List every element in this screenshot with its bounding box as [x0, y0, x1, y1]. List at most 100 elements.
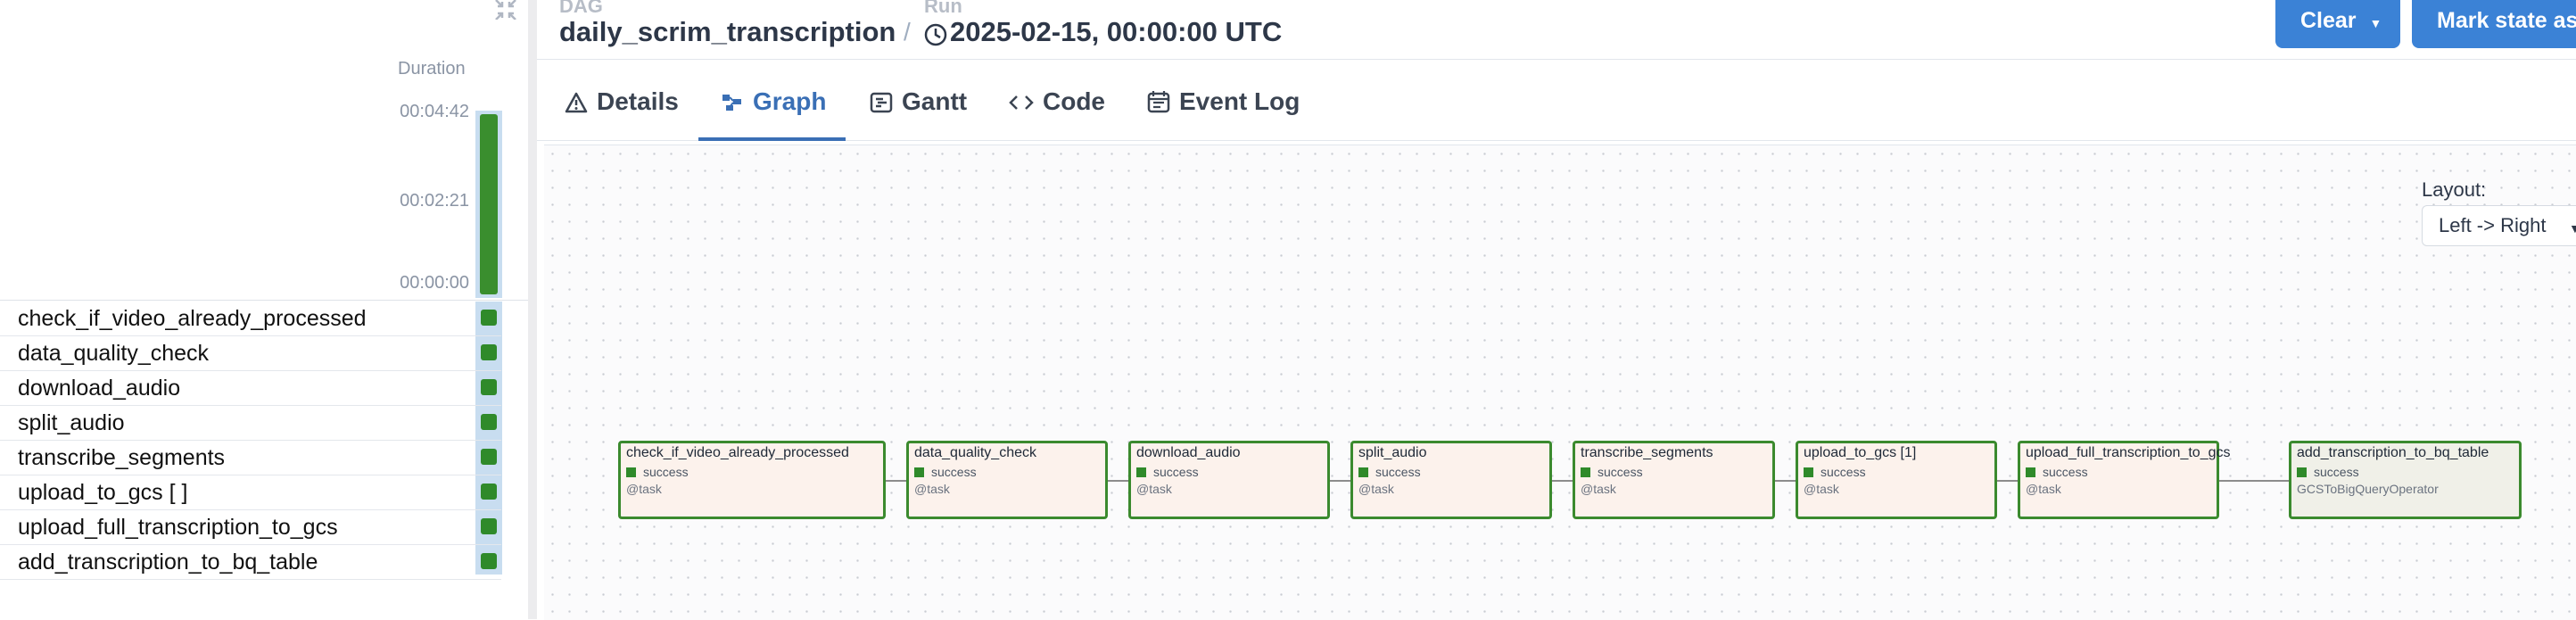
dag-breadcrumb-label: DAG [559, 0, 603, 17]
task-name[interactable]: upload_full_transcription_to_gcs [18, 515, 338, 541]
duration-title: Duration [398, 59, 466, 79]
clear-button-label: Clear [2300, 8, 2357, 33]
graph-node[interactable]: upload_full_transcription_to_gcs success… [2018, 441, 2230, 519]
graph-edge [1995, 480, 2019, 482]
gantt-icon [870, 92, 893, 113]
tab-gantt-label: Gantt [902, 87, 968, 115]
divider [0, 300, 528, 301]
task-status-square[interactable] [481, 344, 497, 360]
task-row[interactable]: add_transcription_to_bq_table [0, 545, 501, 580]
node-title: upload_full_transcription_to_gcs [2026, 445, 2231, 460]
status-square [626, 467, 636, 477]
status-square [914, 467, 924, 477]
graph-node[interactable]: upload_to_gcs [1] success @task [1796, 441, 1997, 519]
graph-edge [1106, 480, 1130, 482]
task-row[interactable]: split_audio [0, 406, 501, 441]
node-title: split_audio [1358, 445, 1427, 460]
task-row[interactable]: check_if_video_already_processed [0, 302, 501, 336]
active-tab-indicator [698, 137, 846, 141]
panel-resize-handle[interactable] [528, 0, 537, 619]
status-square [1136, 467, 1146, 477]
task-row[interactable]: upload_full_transcription_to_gcs [0, 510, 501, 545]
node-state-label: success [1153, 465, 1199, 479]
grid-panel: Duration 00:04:42 00:02:21 00:00:00 chec… [0, 0, 528, 619]
node-state: success [914, 465, 977, 479]
graph-node[interactable]: download_audio success @task [1128, 441, 1330, 519]
task-status-square[interactable] [481, 310, 497, 326]
graph-node[interactable]: data_quality_check success @task [906, 441, 1108, 519]
chevron-down-icon: ▼ [2369, 16, 2382, 30]
mark-state-button-label: Mark state as... [2437, 8, 2576, 33]
tab-event-log-label: Event Log [1179, 87, 1300, 115]
task-name[interactable]: check_if_video_already_processed [18, 306, 367, 332]
node-state-label: success [931, 465, 977, 479]
task-name[interactable]: data_quality_check [18, 341, 209, 367]
status-square [1358, 467, 1368, 477]
graph-node[interactable]: check_if_video_already_processed success… [618, 441, 886, 519]
graph-node[interactable]: transcribe_segments success @task [1573, 441, 1775, 519]
task-status-square[interactable] [481, 449, 497, 465]
node-state-label: success [643, 465, 689, 479]
node-title: transcribe_segments [1581, 445, 1713, 460]
graph-node[interactable]: split_audio success @task [1350, 441, 1552, 519]
run-breadcrumb-link[interactable]: 2025-02-15, 00:00:00 UTC [950, 16, 1282, 48]
node-state-label: success [1598, 465, 1643, 479]
calendar-icon [1147, 91, 1170, 113]
task-list: check_if_video_already_processed data_qu… [0, 302, 501, 580]
tab-graph[interactable]: Graph [721, 87, 826, 141]
breadcrumb-separator: / [904, 18, 911, 45]
node-title: data_quality_check [914, 445, 1036, 460]
node-operator: @task [914, 482, 950, 496]
task-row[interactable]: data_quality_check [0, 336, 501, 371]
task-status-square[interactable] [481, 484, 497, 500]
graph-edge [1773, 480, 1797, 482]
task-name[interactable]: upload_to_gcs [ ] [18, 480, 187, 506]
node-state: success [1136, 465, 1199, 479]
graph-edge [2217, 480, 2289, 482]
task-name[interactable]: add_transcription_to_bq_table [18, 550, 318, 575]
task-name[interactable]: download_audio [18, 376, 180, 401]
collapse-icon[interactable] [492, 0, 519, 20]
task-name[interactable]: transcribe_segments [18, 445, 225, 471]
clear-button[interactable]: Clear ▼ [2275, 0, 2400, 48]
graph-edge [884, 480, 908, 482]
task-row[interactable]: upload_to_gcs [ ] [0, 475, 501, 510]
graph-node[interactable]: add_transcription_to_bq_table success GC… [2289, 441, 2522, 519]
node-operator: GCSToBigQueryOperator [2297, 482, 2439, 496]
status-square [2297, 467, 2307, 477]
task-status-square[interactable] [481, 553, 497, 569]
node-state: success [2026, 465, 2088, 479]
node-title: check_if_video_already_processed [626, 445, 849, 460]
tab-details-label: Details [597, 87, 679, 115]
dag-run-duration-bar[interactable] [480, 114, 498, 294]
task-row[interactable]: download_audio [0, 371, 501, 406]
dag-breadcrumb-link[interactable]: daily_scrim_transcription [559, 16, 896, 48]
node-operator: @task [1804, 482, 1839, 496]
task-status-square[interactable] [481, 518, 497, 534]
graph-edge [1328, 480, 1352, 482]
tab-code[interactable]: Code [1009, 87, 1105, 141]
tab-event-log[interactable]: Event Log [1147, 87, 1300, 141]
code-icon [1009, 95, 1034, 110]
node-title: add_transcription_to_bq_table [2297, 445, 2489, 460]
node-state: success [2297, 465, 2359, 479]
node-state: success [1804, 465, 1866, 479]
task-row[interactable]: transcribe_segments [0, 441, 501, 475]
warning-triangle-icon [565, 92, 588, 113]
clock-icon [924, 23, 947, 46]
tab-details[interactable]: Details [565, 87, 679, 141]
task-name[interactable]: split_audio [18, 410, 125, 436]
node-operator: @task [2026, 482, 2061, 496]
mark-state-button[interactable]: Mark state as... [2412, 0, 2576, 48]
node-state-label: success [2043, 465, 2088, 479]
divider [537, 59, 2576, 60]
tab-gantt[interactable]: Gantt [870, 87, 967, 141]
graph-canvas[interactable] [544, 145, 2576, 620]
task-status-square[interactable] [481, 414, 497, 430]
status-square [1804, 467, 1813, 477]
status-square [2026, 467, 2035, 477]
layout-select[interactable]: Left -> Right [2422, 205, 2576, 246]
duration-tick-max: 00:04:42 [400, 102, 469, 121]
node-state-label: success [2314, 465, 2359, 479]
task-status-square[interactable] [481, 379, 497, 395]
